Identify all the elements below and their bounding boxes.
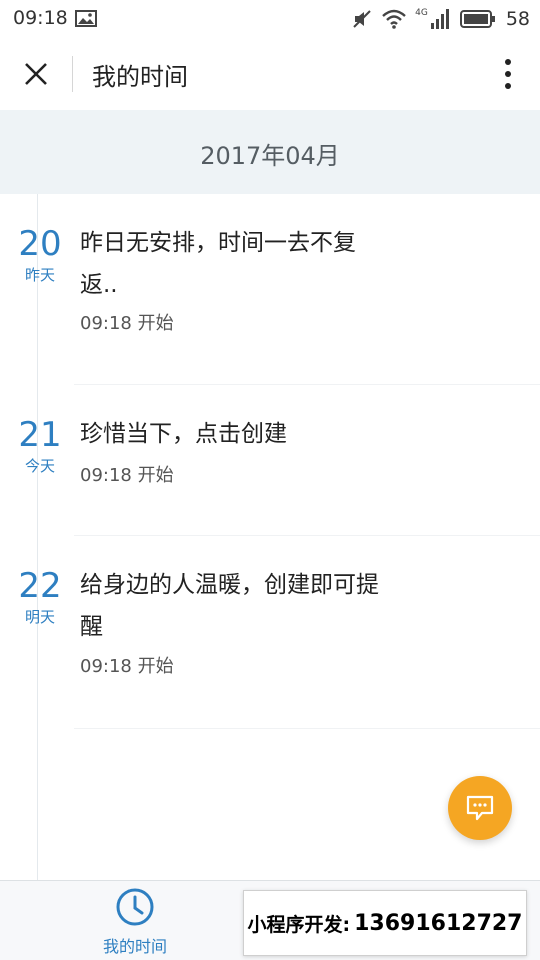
page-title: 我的时间 [92,63,188,91]
day-relative-label: 今天 [24,457,55,475]
image-icon [75,10,97,27]
more-vertical-icon[interactable] [498,56,518,92]
status-time: 09:18 [13,7,68,29]
day-number: 21 [18,415,62,455]
day-description: 昨日无安排，时间一去不复返.. [80,230,356,298]
day-number: 22 [18,566,62,606]
day-relative-label: 明天 [24,608,55,626]
day-number: 20 [18,224,62,264]
battery-level: 58 [505,8,530,30]
day-date: 21 今天 [10,417,70,476]
day-relative-label: 昨天 [24,266,55,284]
wifi-icon [382,9,406,29]
month-header: 2017年04月 [0,110,540,194]
clock-icon [116,888,154,926]
contact-label: 小程序开发: [247,913,351,936]
day-start-time: 09:18 开始 [80,313,174,334]
day-description: 珍惜当下，点击创建 [80,421,287,447]
tab-label: 我的时间 [102,937,167,956]
chat-fab-button[interactable] [448,776,512,840]
day-start-time: 09:18 开始 [80,656,174,677]
day-row-21[interactable]: 21 今天 珍惜当下，点击创建 09:18 开始 [0,385,540,536]
day-row-22[interactable]: 22 明天 给身边的人温暖，创建即可提醒 09:18 开始 [0,536,540,729]
row-divider [74,728,540,729]
day-description: 给身边的人温暖，创建即可提醒 [80,572,379,640]
close-icon[interactable] [18,56,54,92]
status-bar: 09:18 4G 58 [0,0,540,38]
status-icons: 4G 58 [351,6,530,32]
network-type: 4G [415,8,428,18]
day-row-20[interactable]: 20 昨天 昨日无安排，时间一去不复返.. 09:18 开始 [0,194,540,385]
day-date: 20 昨天 [10,226,70,285]
app-header: 我的时间 [0,38,540,110]
day-date: 22 明天 [10,568,70,627]
chat-icon [466,795,494,821]
signal-icon [430,9,449,29]
contact-phone: 13691612727 [354,910,523,936]
header-divider [72,56,73,92]
battery-icon [459,10,495,28]
tab-my-time[interactable]: 我的时间 [85,887,185,957]
month-label: 2017年04月 [200,142,340,170]
mute-icon [353,10,371,28]
contact-banner: 小程序开发: 13691612727 [243,890,527,956]
day-start-time: 09:18 开始 [80,465,174,486]
